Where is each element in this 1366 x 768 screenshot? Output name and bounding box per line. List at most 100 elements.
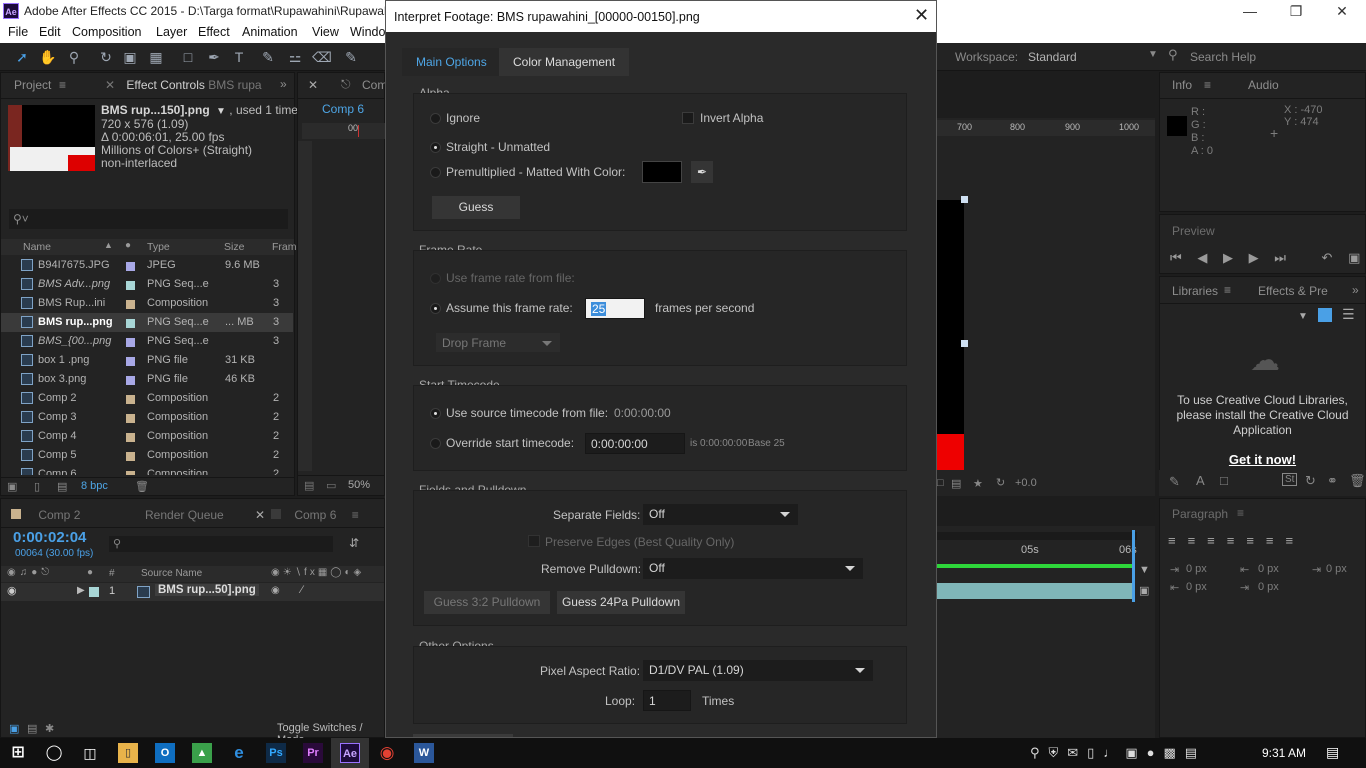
photoshop-icon[interactable]: Ps: [266, 743, 286, 763]
zoom-tool-icon[interactable]: ⚲: [64, 47, 84, 67]
chrome-icon[interactable]: ◉: [377, 743, 397, 763]
shy-switch-icon[interactable]: ◉: [271, 585, 280, 596]
ram-preview-icon[interactable]: ▣: [1348, 250, 1360, 265]
label-swatch[interactable]: [126, 433, 135, 442]
indent-right-value[interactable]: 0 px: [1258, 563, 1279, 575]
after-effects-icon[interactable]: Ae: [340, 743, 360, 763]
invert-alpha-checkbox[interactable]: [682, 112, 694, 124]
search-help-input[interactable]: Search Help: [1190, 50, 1256, 64]
layer-switches-icon[interactable]: ▣: [9, 722, 19, 735]
close-window-icon[interactable]: ✕: [1319, 0, 1365, 22]
tab-comp-2[interactable]: Comp 2: [11, 508, 121, 526]
outlook-icon[interactable]: O: [155, 743, 175, 763]
menu-file[interactable]: File: [8, 25, 28, 39]
rotate-tool-icon[interactable]: ↻: [96, 47, 116, 67]
selection-tool-icon[interactable]: ➚: [12, 47, 32, 67]
region-of-interest-icon[interactable]: □: [937, 477, 944, 489]
project-item-row[interactable]: B94I7675.JPG JPEG 9.6 MB: [1, 256, 293, 275]
straight-unmatted-radio[interactable]: [430, 142, 441, 153]
tab-render-queue[interactable]: Render Queue: [145, 508, 224, 522]
exposure-reset-icon[interactable]: ↻: [996, 476, 1005, 489]
hand-tool-icon[interactable]: ✋: [38, 47, 58, 67]
separate-fields-select[interactable]: Off: [643, 504, 798, 525]
composition-mini-flowchart-icon[interactable]: ⇵: [349, 536, 359, 550]
delete-icon[interactable]: 🗑: [1349, 473, 1366, 489]
task-view-icon[interactable]: ◫: [80, 743, 100, 763]
project-item-row[interactable]: Comp 3 Composition 2: [1, 408, 293, 427]
always-preview-icon[interactable]: ▤: [304, 479, 314, 492]
use-source-timecode-radio[interactable]: [430, 408, 441, 419]
panel-overflow-icon[interactable]: »: [280, 77, 287, 91]
eyedropper-icon[interactable]: ✒: [691, 161, 713, 183]
delete-icon[interactable]: 🗑: [135, 480, 149, 493]
tab-project[interactable]: Project: [14, 78, 51, 92]
project-item-row[interactable]: box 1 .png PNG file 31 KB: [1, 351, 293, 370]
project-menu-icon[interactable]: ≡: [59, 78, 66, 92]
app-icon[interactable]: ▲: [192, 743, 212, 763]
next-frame-icon[interactable]: ▶: [1249, 250, 1259, 265]
project-search-input[interactable]: ⚲˅: [9, 209, 288, 229]
column-size[interactable]: Size: [224, 241, 244, 253]
menu-animation[interactable]: Animation: [242, 25, 298, 39]
label-swatch[interactable]: [126, 338, 135, 347]
lock-icon[interactable]: ⎋: [341, 77, 351, 92]
system-tray-icons[interactable]: ⚲⛨✉▯♩▣●▩▤: [1030, 745, 1206, 761]
comp-nav-tab[interactable]: Comp 6: [322, 102, 364, 116]
minimize-icon[interactable]: —: [1227, 0, 1273, 22]
current-time-indicator[interactable]: [1132, 530, 1135, 602]
menu-effect[interactable]: Effect: [198, 25, 230, 39]
pan-behind-tool-icon[interactable]: ▦: [146, 47, 166, 67]
exposure-value[interactable]: +0.0: [1015, 477, 1037, 489]
project-item-row[interactable]: BMS rup...png PNG Seq...e ... MB 3: [1, 313, 293, 332]
pixel-aspect-ratio-select[interactable]: D1/DV PAL (1.09): [643, 660, 873, 681]
assume-frame-rate-radio[interactable]: [430, 303, 441, 314]
restore-icon[interactable]: ❐: [1273, 0, 1319, 22]
last-frame-icon[interactable]: ⏭: [1274, 250, 1286, 265]
paragraph-menu-icon[interactable]: ≡: [1237, 506, 1244, 520]
list-view-icon[interactable]: ☰: [1342, 306, 1355, 323]
tab-composition[interactable]: Com: [362, 78, 387, 92]
label-swatch[interactable]: [126, 376, 135, 385]
camera-tool-icon[interactable]: ▣: [120, 47, 140, 67]
text-icon[interactable]: A: [1196, 473, 1205, 488]
space-after-value[interactable]: 0 px: [1258, 581, 1279, 593]
stock-icon[interactable]: St: [1282, 473, 1298, 486]
first-frame-icon[interactable]: ⏮: [1170, 250, 1182, 265]
label-swatch[interactable]: [126, 471, 135, 475]
workspace-select[interactable]: Standard: [1028, 50, 1077, 64]
matte-color-swatch[interactable]: [642, 161, 682, 183]
project-item-row[interactable]: box 3.png PNG file 46 KB: [1, 370, 293, 389]
project-item-row[interactable]: Comp 5 Composition 2: [1, 446, 293, 465]
library-select[interactable]: ▼: [1168, 309, 1318, 327]
clone-stamp-tool-icon[interactable]: ⚍: [285, 47, 305, 67]
project-item-row[interactable]: BMS Adv...png PNG Seq...e 3: [1, 275, 293, 294]
use-file-frame-rate-radio[interactable]: [430, 273, 441, 284]
loop-icon[interactable]: ↶: [1322, 250, 1333, 265]
footage-menu-icon[interactable]: ▼: [216, 106, 226, 117]
close-tab-icon[interactable]: ✕: [105, 78, 115, 92]
label-swatch[interactable]: [126, 262, 135, 271]
shape-icon[interactable]: □: [1220, 473, 1228, 488]
preserve-edges-checkbox[interactable]: [528, 535, 540, 547]
guess-24pa-pulldown-button[interactable]: Guess 24Pa Pulldown: [557, 591, 685, 614]
quality-switch-icon[interactable]: ∕: [301, 584, 303, 596]
action-center-icon[interactable]: ▤: [1326, 744, 1339, 761]
add-to-library-icon[interactable]: ✎: [1169, 474, 1180, 490]
override-timecode-radio[interactable]: [430, 438, 441, 449]
project-item-row[interactable]: BMS Rup...ini Composition 3: [1, 294, 293, 313]
tab-libraries[interactable]: Libraries: [1172, 284, 1218, 298]
label-swatch[interactable]: [89, 587, 99, 597]
column-name[interactable]: Name: [23, 241, 51, 253]
label-swatch[interactable]: [126, 357, 135, 366]
tab-effect-controls[interactable]: ✕ Effect Controls BMS rupa: [105, 78, 262, 92]
column-source-name[interactable]: Source Name: [141, 568, 202, 579]
timeline-search-input[interactable]: ⚲: [109, 536, 333, 552]
brush-tool-icon[interactable]: ✎: [258, 47, 278, 67]
column-type[interactable]: Type: [147, 241, 170, 253]
work-area-bar[interactable]: [937, 532, 1137, 540]
label-swatch[interactable]: [126, 281, 135, 290]
tab-audio[interactable]: Audio: [1248, 78, 1279, 92]
ignore-radio[interactable]: [430, 113, 441, 124]
space-before-value[interactable]: 0 px: [1186, 581, 1207, 593]
remove-pulldown-select[interactable]: Off: [643, 558, 863, 579]
